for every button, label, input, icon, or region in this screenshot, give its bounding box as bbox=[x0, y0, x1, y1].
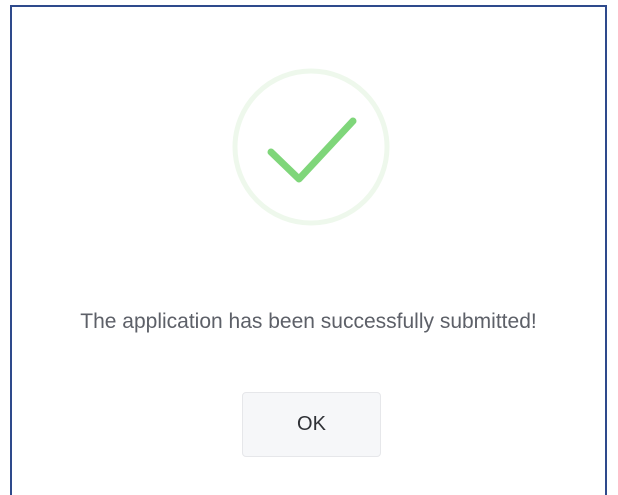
ok-button[interactable]: OK bbox=[242, 392, 381, 457]
success-dialog: The application has been successfully su… bbox=[10, 5, 607, 495]
success-check-icon bbox=[232, 68, 390, 226]
success-message: The application has been successfully su… bbox=[80, 310, 537, 333]
